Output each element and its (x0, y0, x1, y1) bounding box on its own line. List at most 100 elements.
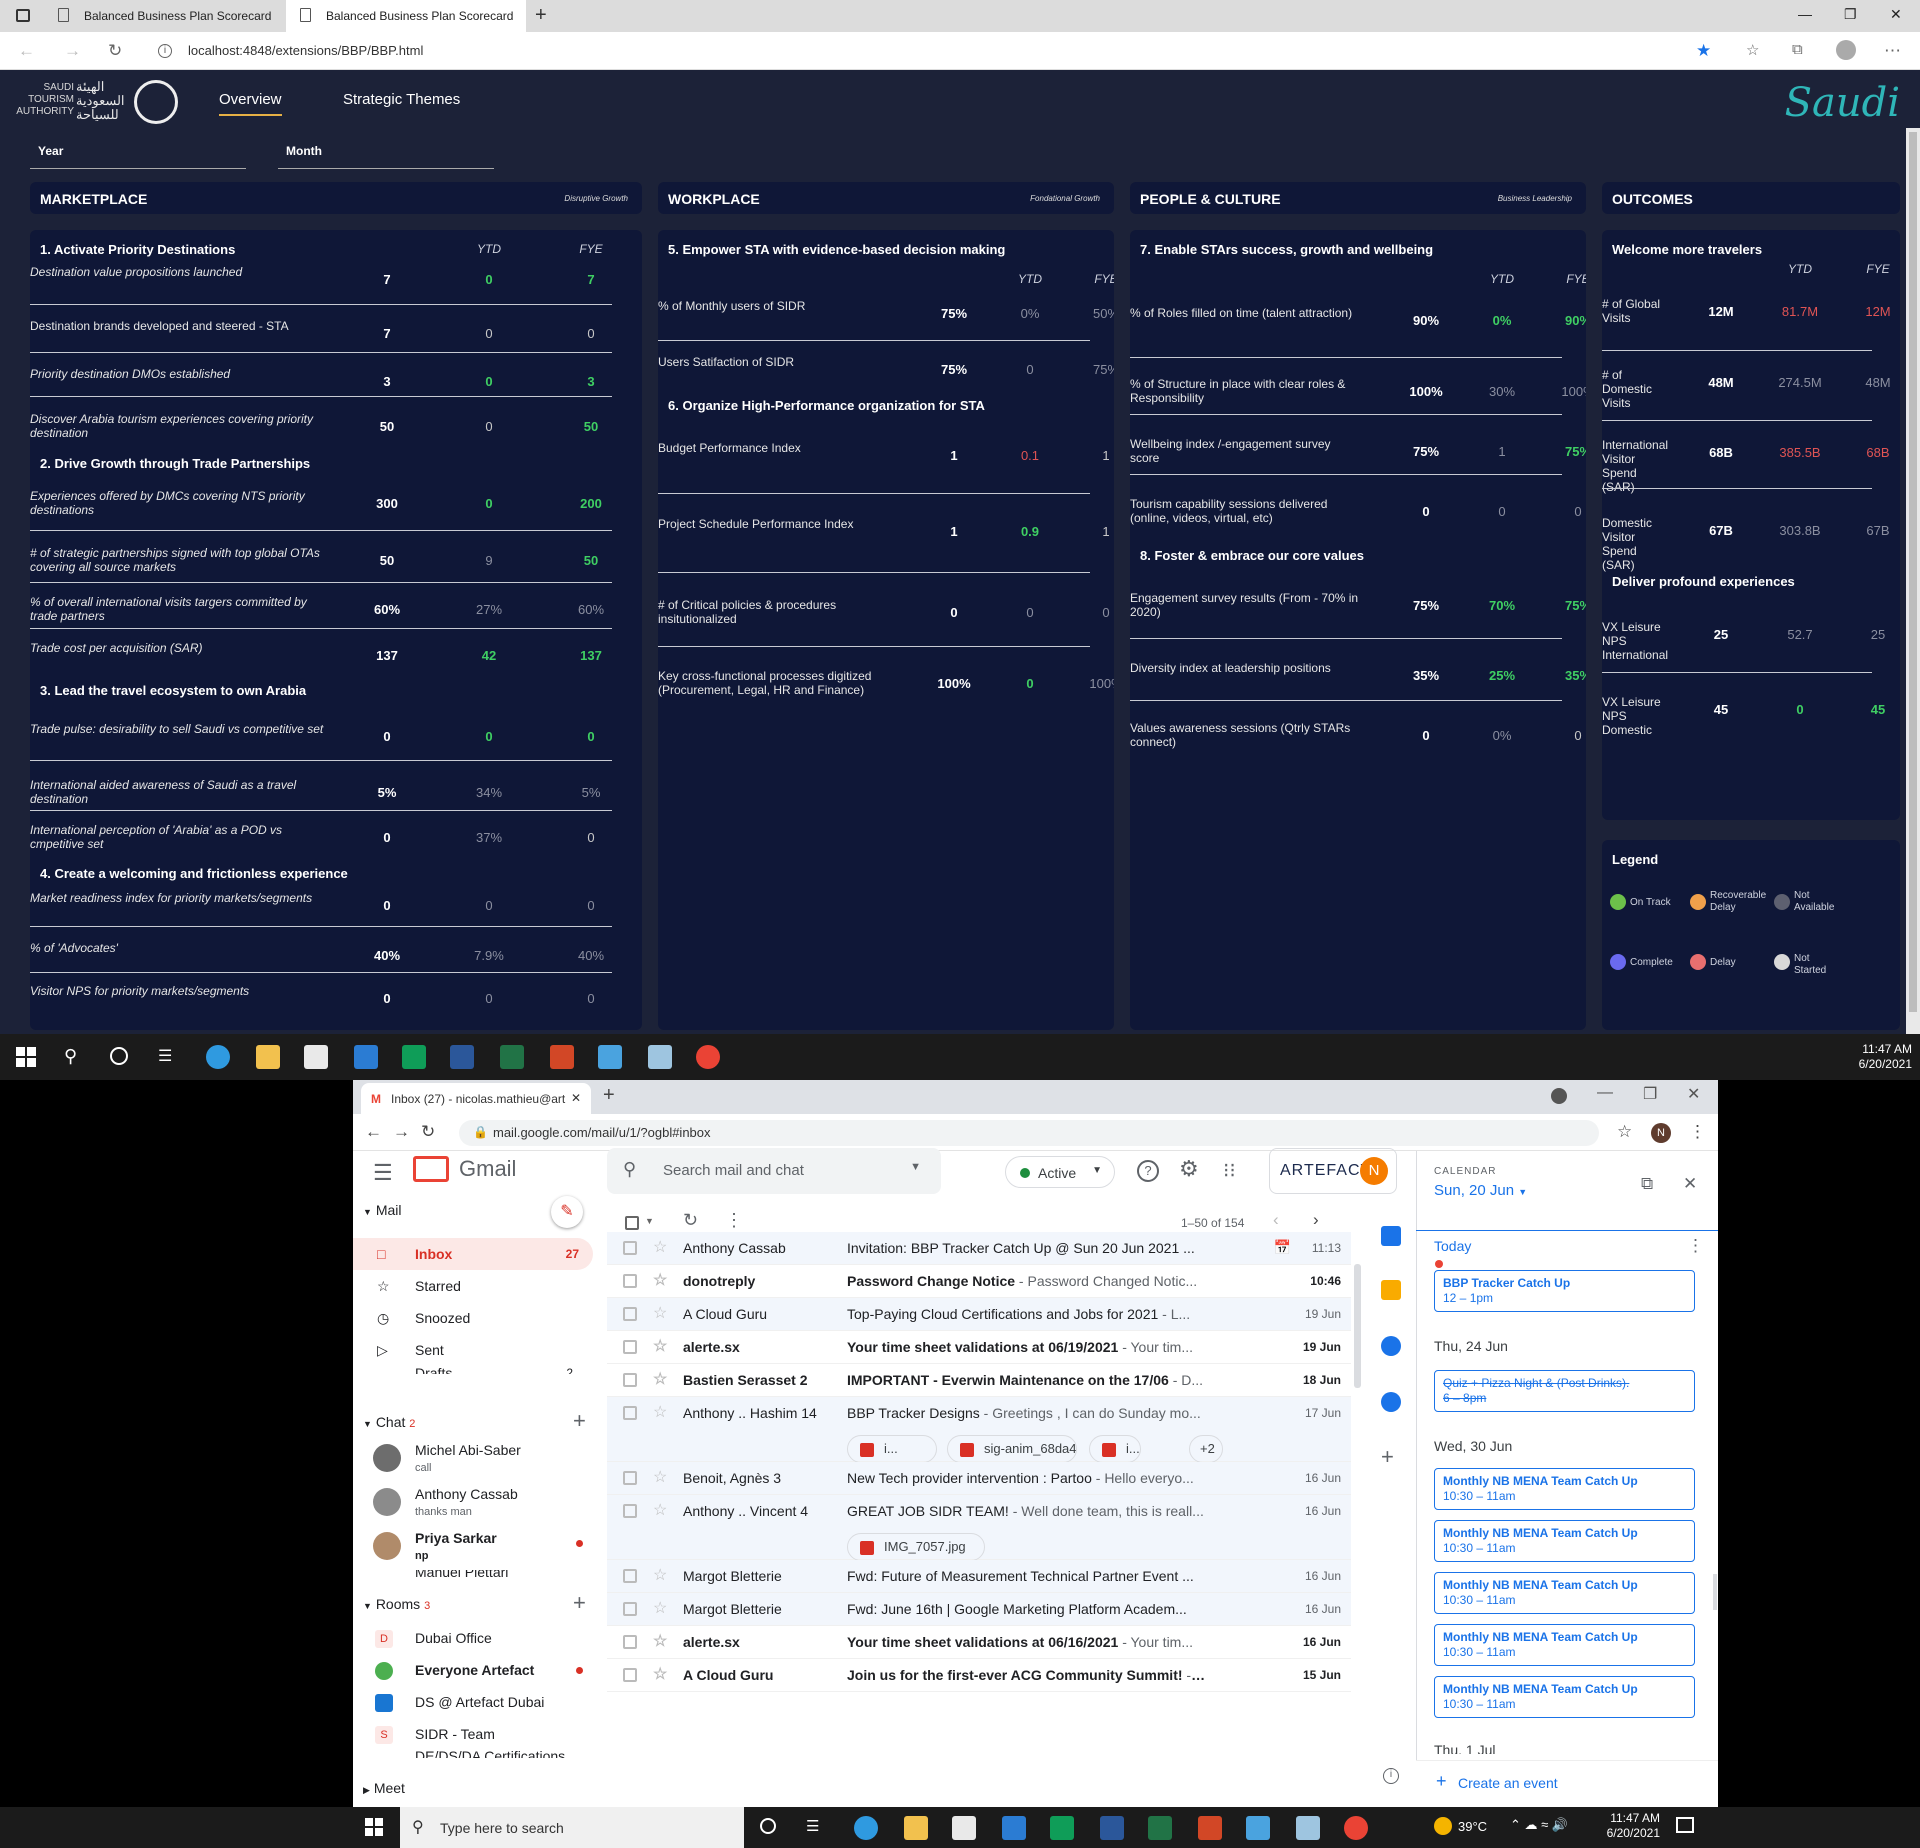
gmail-tab[interactable]: M Inbox (27) - nicolas.mathieu@art ✕ (361, 1083, 591, 1114)
forward-icon[interactable]: → (393, 1122, 410, 1142)
keep-app-icon[interactable] (1381, 1280, 1401, 1300)
next-page-icon[interactable]: › (1313, 1210, 1319, 1230)
notifications-icon[interactable] (1676, 1817, 1694, 1833)
prev-page-icon[interactable]: ‹ (1273, 1210, 1279, 1230)
more-icon[interactable]: ⋯ (1884, 41, 1901, 61)
refresh-mail-icon[interactable]: ↻ (683, 1210, 698, 1231)
url-field[interactable]: localhost:4848/extensions/BBP/BBP.html (188, 43, 423, 58)
calendar-event[interactable]: Monthly NB MENA Team Catch Up 10:30 – 11a… (1434, 1572, 1695, 1614)
favorites-icon[interactable]: ☆ (1746, 41, 1759, 59)
row-checkbox[interactable] (623, 1406, 637, 1420)
calendar-app-icon[interactable] (1381, 1226, 1401, 1246)
attachment-chip[interactable]: sig-anim_68da4... (947, 1435, 1077, 1463)
task-view-icon[interactable]: ☰ (158, 1046, 172, 1066)
calendar-invite-icon[interactable]: 📅 (1274, 1239, 1291, 1256)
info-icon[interactable]: i (158, 44, 172, 58)
skype-icon[interactable] (1050, 1816, 1074, 1840)
email-row[interactable]: ☆ Anthony Cassab Invitation: BBP Tracker C… (607, 1232, 1351, 1265)
star-icon[interactable]: ☆ (653, 1369, 667, 1389)
meet-section-label[interactable]: ▶ Meet (363, 1780, 405, 1796)
tab-actions-icon[interactable] (16, 9, 30, 22)
tab-strategic-themes[interactable]: Strategic Themes (343, 91, 460, 108)
star-icon[interactable]: ☆ (653, 1270, 667, 1290)
refresh-icon[interactable]: ↻ (108, 41, 122, 61)
edge-icon[interactable] (206, 1045, 230, 1069)
chat-person[interactable]: Manuel Plettari (353, 1570, 593, 1580)
mail-icon[interactable] (354, 1045, 378, 1069)
row-checkbox[interactable] (623, 1602, 637, 1616)
bookmark-star-icon[interactable]: ☆ (1617, 1122, 1632, 1142)
search-icon[interactable]: ⚲ (64, 1046, 77, 1067)
store-icon[interactable] (952, 1816, 976, 1840)
star-icon[interactable]: ☆ (653, 1598, 667, 1618)
paint-icon[interactable] (1296, 1816, 1320, 1840)
star-icon[interactable]: ☆ (653, 1565, 667, 1585)
row-checkbox[interactable] (623, 1504, 637, 1518)
open-new-window-icon[interactable]: ⧉ (1641, 1174, 1653, 1194)
select-all-checkbox[interactable] (625, 1216, 639, 1230)
chrome-menu-icon[interactable]: ⋮ (1689, 1122, 1706, 1142)
star-icon[interactable]: ☆ (653, 1467, 667, 1487)
rooms-section-label[interactable]: ▼ Rooms 3 (363, 1596, 430, 1612)
email-row[interactable]: ☆ Margot Bletterie Fwd: Future of Measurem… (607, 1560, 1351, 1593)
mail-section-label[interactable]: ▼ Mail (363, 1202, 401, 1218)
weather-sun-icon[interactable] (1434, 1817, 1452, 1835)
email-row[interactable]: ☆ Anthony .. Hashim 14 BBP Tracker Designs… (607, 1397, 1351, 1463)
row-checkbox[interactable] (623, 1307, 637, 1321)
select-dropdown-icon[interactable]: ▼ (645, 1216, 654, 1226)
powerpoint-icon[interactable] (1198, 1816, 1222, 1840)
chat-person[interactable]: Anthony Cassab thanks man (353, 1482, 593, 1526)
calendar-scrollbar[interactable] (1713, 1574, 1717, 1610)
calendar-event-declined[interactable]: Quiz + Pizza Night & (Post Drinks). 6 – 8… (1434, 1370, 1695, 1412)
calendar-more-icon[interactable]: ⋮ (1687, 1236, 1704, 1256)
close-panel-icon[interactable]: ✕ (1683, 1174, 1697, 1194)
edge-icon[interactable] (854, 1816, 878, 1840)
cortana-icon[interactable] (110, 1047, 128, 1065)
url-field[interactable]: 🔒 mail.google.com/mail/u/1/?ogbl#inbox (459, 1120, 1599, 1146)
chat-person[interactable]: Priya Sarkar np (353, 1526, 593, 1570)
room-item[interactable]: DE/DS/DA Certifications (353, 1748, 593, 1758)
collections-icon[interactable]: ⧉ (1792, 41, 1803, 58)
calendar-event[interactable]: Monthly NB MENA Team Catch Up 10:30 – 11a… (1434, 1676, 1695, 1718)
new-room-icon[interactable]: + (573, 1590, 586, 1616)
room-item[interactable]: S SIDR - Team (353, 1718, 593, 1750)
chat-person[interactable]: Michel Abi-Saber call (353, 1438, 593, 1482)
attachment-chip[interactable]: i... (1089, 1435, 1141, 1463)
restore-icon[interactable]: ❐ (1844, 6, 1857, 23)
room-item[interactable]: Everyone Artefact (353, 1654, 593, 1686)
row-checkbox[interactable] (623, 1274, 637, 1288)
sidebar-item-drafts[interactable]: Drafts 2 (353, 1360, 593, 1374)
store-icon[interactable] (304, 1045, 328, 1069)
star-icon[interactable]: ☆ (653, 1336, 667, 1356)
profile-icon[interactable] (1836, 40, 1856, 60)
task-view-icon[interactable]: ☰ (806, 1817, 819, 1835)
email-list-scrollbar[interactable] (1354, 1264, 1361, 1388)
calendar-event[interactable]: Monthly NB MENA Team Catch Up 10:30 – 11a… (1434, 1520, 1695, 1562)
taskbar-search-box[interactable]: ⚲ Type here to search (400, 1807, 744, 1848)
sidebar-item-starred[interactable]: ☆ Starred (353, 1270, 593, 1302)
email-row[interactable]: ☆ Margot Bletterie Fwd: June 16th | Google… (607, 1593, 1351, 1626)
browser-tab-1[interactable]: Balanced Business Plan Scorecard (44, 0, 284, 32)
star-icon[interactable]: ☆ (653, 1500, 667, 1520)
close-icon[interactable]: ✕ (1687, 1084, 1700, 1104)
new-chat-icon[interactable]: + (573, 1408, 586, 1434)
room-item[interactable]: DS @ Artefact Dubai (353, 1686, 593, 1718)
chat-section-label[interactable]: ▼ Chat 2 (363, 1414, 415, 1430)
year-filter[interactable]: Year (30, 140, 246, 169)
close-icon[interactable]: ✕ (1890, 6, 1902, 23)
star-icon[interactable]: ☆ (653, 1402, 667, 1422)
mail-icon[interactable] (1002, 1816, 1026, 1840)
chrome-icon[interactable] (1344, 1816, 1368, 1840)
search-input[interactable]: ⚲ Search mail and chat ▼ (607, 1148, 941, 1194)
profile-avatar[interactable]: N (1651, 1123, 1671, 1143)
minimize-icon[interactable]: — (1798, 6, 1812, 22)
chrome-icon[interactable] (696, 1045, 720, 1069)
tasks-app-icon[interactable] (1381, 1336, 1401, 1356)
today-button[interactable]: Today (1434, 1238, 1471, 1254)
forward-icon[interactable]: → (64, 41, 81, 61)
excel-icon[interactable] (1148, 1816, 1172, 1840)
cortana-icon[interactable] (760, 1818, 776, 1834)
apps-grid-icon[interactable]: ⁝⁝ (1223, 1158, 1236, 1183)
back-icon[interactable]: ← (18, 41, 35, 61)
file-explorer-icon[interactable] (904, 1816, 928, 1840)
